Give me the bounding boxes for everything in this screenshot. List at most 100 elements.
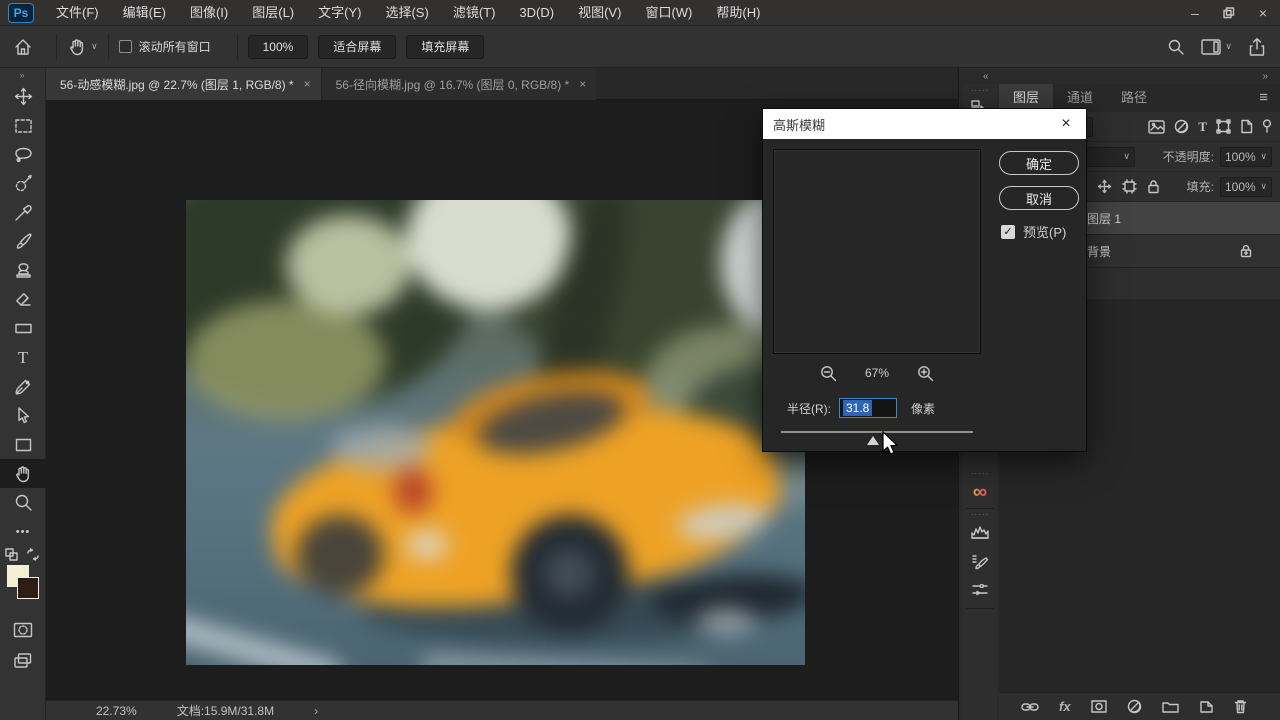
quick-mask-button[interactable] xyxy=(0,615,46,644)
blur-preview[interactable] xyxy=(773,149,981,354)
fill-screen-button[interactable]: 填充屏幕 xyxy=(406,35,484,59)
tab-paths[interactable]: 路径 xyxy=(1107,84,1161,112)
menu-image[interactable]: 图像(I) xyxy=(178,0,240,26)
document-tab-inactive[interactable]: 56-径向模糊.jpg @ 16.7% (图层 0, RGB/8) * × xyxy=(321,68,597,100)
zoom-in-icon[interactable] xyxy=(917,365,934,382)
filter-adjustment-layers-icon[interactable] xyxy=(1174,119,1189,134)
share-icon[interactable] xyxy=(1248,37,1266,57)
menu-help[interactable]: 帮助(H) xyxy=(704,0,772,26)
delete-layer-icon[interactable] xyxy=(1234,699,1247,714)
fill-value-dropdown[interactable]: 100% ∨ xyxy=(1220,177,1272,197)
lock-artboard-icon[interactable] xyxy=(1122,179,1137,194)
lock-position-icon[interactable] xyxy=(1097,179,1112,194)
brush-tool[interactable] xyxy=(0,227,46,256)
dialog-title-bar[interactable]: 高斯模糊 × xyxy=(763,109,1086,139)
adjustment-layer-icon[interactable] xyxy=(1127,699,1142,714)
dialog-title: 高斯模糊 xyxy=(773,115,825,134)
new-group-icon[interactable] xyxy=(1162,700,1179,713)
radius-value-selected: 31.8 xyxy=(843,400,872,416)
workspace-switcher[interactable]: ∨ xyxy=(1201,38,1232,56)
scroll-all-windows-checkbox[interactable] xyxy=(119,40,132,53)
status-zoom-level[interactable]: 22.73% xyxy=(96,704,137,718)
move-tool[interactable] xyxy=(0,82,46,111)
search-icon[interactable] xyxy=(1167,38,1185,56)
menu-edit[interactable]: 编辑(E) xyxy=(111,0,178,26)
radius-unit-label: 像素 xyxy=(911,400,935,417)
more-tools-icon[interactable]: ••• xyxy=(0,517,46,546)
expand-panels-icon[interactable]: » xyxy=(1262,71,1268,82)
swap-colors-icon[interactable] xyxy=(26,548,40,561)
fit-screen-button[interactable]: 适合屏幕 xyxy=(318,35,396,59)
default-swatches-icon[interactable] xyxy=(5,548,18,561)
type-tool[interactable]: T xyxy=(0,343,46,372)
hand-tool-icon[interactable]: ∨ xyxy=(67,37,98,57)
lock-icon xyxy=(1240,244,1252,258)
add-mask-icon[interactable] xyxy=(1091,700,1107,713)
document-tab-active[interactable]: 56-动感模糊.jpg @ 22.7% (图层 1, RGB/8) * × xyxy=(46,68,321,100)
lasso-tool[interactable] xyxy=(0,140,46,169)
menu-filter[interactable]: 滤镜(T) xyxy=(441,0,508,26)
filter-type-layers-icon[interactable]: T xyxy=(1198,119,1207,135)
eyedropper-tool[interactable] xyxy=(0,198,46,227)
menu-window[interactable]: 窗口(W) xyxy=(633,0,704,26)
background-color-swatch[interactable] xyxy=(17,577,39,599)
opacity-value-dropdown[interactable]: 100% ∨ xyxy=(1220,147,1272,167)
close-tab-icon[interactable]: × xyxy=(579,77,586,91)
filter-pixel-layers-icon[interactable] xyxy=(1148,120,1165,134)
panel-icon-brush-settings[interactable] xyxy=(963,552,997,572)
rectangle-shape-tool[interactable] xyxy=(0,430,46,459)
link-layers-icon[interactable] xyxy=(1021,702,1039,712)
menu-layer[interactable]: 图层(L) xyxy=(240,0,306,26)
lock-all-icon[interactable] xyxy=(1147,179,1160,194)
gaussian-blur-dialog: 高斯模糊 × 67% 半径(R): 31.8 像素 确定 取消 ✓ 预览(P) xyxy=(762,108,1087,452)
hand-tool[interactable] xyxy=(0,459,46,488)
menu-select[interactable]: 选择(S) xyxy=(373,0,440,26)
tools-collapse-icon[interactable]: » xyxy=(0,68,45,82)
pen-tool[interactable] xyxy=(0,372,46,401)
home-icon[interactable] xyxy=(13,37,33,57)
fill-label: 填充: xyxy=(1187,178,1214,195)
window-controls: – × xyxy=(1178,0,1280,26)
menu-file[interactable]: 文件(F) xyxy=(44,0,111,26)
close-tab-icon[interactable]: × xyxy=(304,77,311,91)
rectangular-marquee-tool[interactable] xyxy=(0,111,46,140)
ok-button[interactable]: 确定 xyxy=(999,151,1079,175)
status-chevron-icon[interactable]: › xyxy=(314,704,318,718)
menu-3d[interactable]: 3D(D) xyxy=(507,0,566,26)
minimize-button[interactable]: – xyxy=(1178,0,1212,26)
options-bar: ∨ 滚动所有窗口 100% 适合屏幕 填充屏幕 ∨ xyxy=(0,26,1280,68)
new-layer-icon[interactable] xyxy=(1199,700,1214,714)
gradient-tool[interactable] xyxy=(0,314,46,343)
layer-style-fx-icon[interactable]: fx xyxy=(1059,699,1071,714)
close-window-button[interactable]: × xyxy=(1246,0,1280,26)
radius-input[interactable]: 31.8 xyxy=(839,398,897,418)
panel-icon-histogram[interactable] xyxy=(963,524,997,540)
eraser-tool[interactable] xyxy=(0,285,46,314)
radius-slider-track[interactable] xyxy=(781,431,973,433)
quick-selection-tool[interactable] xyxy=(0,169,46,198)
radius-slider-thumb[interactable] xyxy=(867,436,879,445)
panel-menu-icon[interactable]: ≡ xyxy=(1259,84,1280,112)
chevron-down-icon: ∨ xyxy=(1225,41,1232,52)
menu-view[interactable]: 视图(V) xyxy=(566,0,633,26)
cancel-button[interactable]: 取消 xyxy=(999,186,1079,210)
zoom-tool[interactable] xyxy=(0,488,46,517)
zoom-100-button[interactable]: 100% xyxy=(248,35,309,59)
document-image xyxy=(186,200,805,665)
restore-button[interactable] xyxy=(1212,0,1246,26)
filter-toggle-pin[interactable] xyxy=(1262,119,1272,134)
panel-icon-libraries[interactable]: ∞ xyxy=(963,482,997,502)
screen-mode-button[interactable] xyxy=(0,646,46,675)
collapse-panels-icon[interactable]: « xyxy=(983,71,989,82)
preview-checkbox[interactable]: ✓ xyxy=(1001,225,1015,239)
filter-smart-objects-icon[interactable] xyxy=(1240,119,1253,134)
path-select-tool[interactable] xyxy=(0,401,46,430)
clone-stamp-tool[interactable] xyxy=(0,256,46,285)
menu-type[interactable]: 文字(Y) xyxy=(306,0,373,26)
filter-shape-layers-icon[interactable] xyxy=(1216,119,1231,134)
panel-icon-brushes[interactable] xyxy=(963,580,997,600)
dialog-close-icon[interactable]: × xyxy=(1056,115,1076,133)
chevron-down-icon: ∨ xyxy=(91,41,98,52)
photoshop-window: Ps 文件(F) 编辑(E) 图像(I) 图层(L) 文字(Y) 选择(S) 滤… xyxy=(0,0,1280,720)
zoom-out-icon[interactable] xyxy=(820,365,837,382)
